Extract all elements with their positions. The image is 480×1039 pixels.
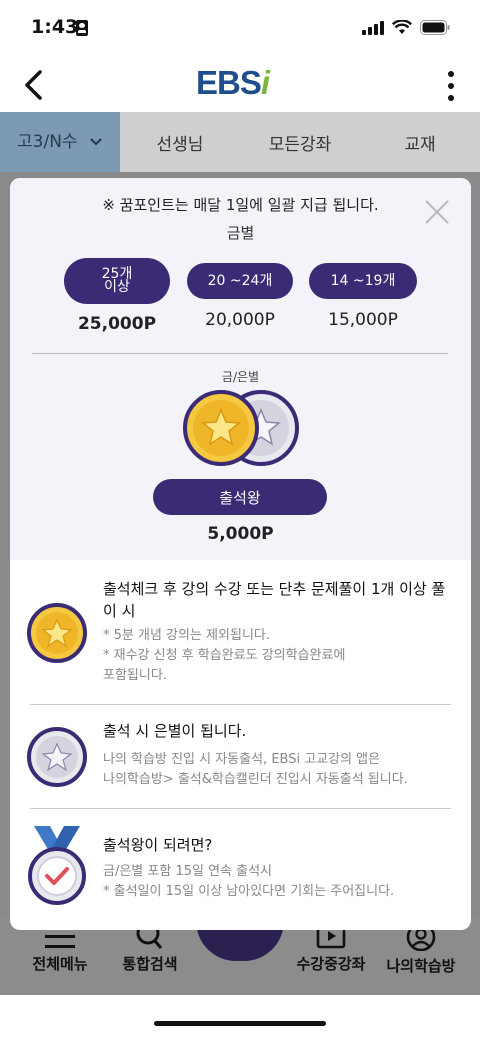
points-info-modal: ※ 꿈포인트는 매달 1일에 일괄 지급 됩니다. 금별 25개 이상 25,0…: [10, 178, 471, 930]
rule-desc-line: 포함됩니다.: [103, 668, 167, 683]
cellular-signal-icon: [362, 20, 384, 35]
bottom-nav-enrolled[interactable]: 수강중강좌: [288, 923, 374, 974]
home-indicator[interactable]: [154, 1021, 326, 1026]
gold-star-medal-icon: [27, 603, 87, 663]
section-divider: [32, 353, 448, 354]
tier-points-20-24: 20,000P: [205, 310, 275, 330]
ebsi-logo[interactable]: EBSi: [196, 64, 270, 102]
bottom-nav-label: 통합검색: [122, 955, 178, 973]
gold-silver-medals-icon: [183, 390, 299, 466]
rule-silver-star: 출석 시 은별이 됩니다. 나의 학습방 진입 시 자동출석, EBSi 고교강…: [10, 718, 471, 798]
tier-pill-20-24: 20 ~24개: [187, 263, 293, 299]
bottom-nav-label: 전체메뉴: [32, 955, 88, 973]
wifi-icon: [392, 20, 412, 34]
rule-title: 출석왕이 되려면?: [103, 836, 213, 854]
payment-notice: ※ 꿈포인트는 매달 1일에 일괄 지급 됩니다.: [102, 196, 379, 214]
bottom-nav-search[interactable]: 통합검색: [114, 923, 186, 974]
attendance-king-points: 5,000P: [207, 524, 274, 544]
back-button[interactable]: [20, 68, 50, 102]
more-options-button[interactable]: [446, 70, 456, 102]
rule-title: 출석체크 후 강의 수강 또는 단추 문제풀이 1개 이상 풀이 시: [103, 580, 446, 620]
rule-desc-line: * 5분 개념 강의는 제외됩니다.: [103, 628, 270, 643]
bottom-nav-my-study[interactable]: 나의학습방: [378, 923, 464, 976]
tier-label-line2: 이상: [104, 279, 130, 295]
rule-title: 출석 시 은별이 됩니다.: [103, 722, 247, 740]
status-time: 1:43: [31, 16, 79, 38]
rule-desc-line: 나의학습방> 출석&학습캘린더 진입시 자동출석 됩니다.: [103, 772, 408, 787]
attendance-king-badge: 출석왕: [153, 479, 327, 515]
tab-grade-select[interactable]: 고3/N수: [0, 112, 120, 172]
rule-divider: [30, 704, 451, 705]
bottom-nav-menu[interactable]: 전체메뉴: [24, 923, 96, 974]
contact-card-icon: [76, 20, 88, 36]
logo-accent: i: [260, 64, 270, 101]
rule-desc-line: 금/은별 포함 15일 연속 출석시: [103, 864, 273, 879]
tab-label: 고3/N수: [17, 132, 78, 152]
gold-star-title: 금별: [226, 224, 255, 242]
silver-star-medal-icon: [27, 727, 87, 787]
chevron-down-icon: [90, 138, 102, 146]
tier-pill-25-plus: 25개 이상: [64, 258, 170, 304]
app-header: EBSi: [0, 58, 480, 112]
rule-desc-line: * 재수강 신청 후 학습완료도 강의학습완료에: [103, 648, 346, 663]
battery-icon: [420, 20, 450, 35]
rule-attendance-king: 출석왕이 되려면? 금/은별 포함 15일 연속 출석시 * 출석일이 15일 …: [10, 826, 471, 920]
modal-points-section: ※ 꿈포인트는 매달 1일에 일괄 지급 됩니다. 금별 25개 이상 25,0…: [10, 178, 471, 560]
rule-desc-line: * 출석일이 15일 이상 남아있다면 기회는 주어집니다.: [103, 884, 395, 899]
rule-desc-line: 나의 학습방 진입 시 자동출석, EBSi 고교강의 앱은: [103, 752, 381, 767]
status-bar: 1:43: [0, 0, 480, 58]
gold-silver-label: 금/은별: [221, 370, 260, 384]
logo-text: EBS: [196, 64, 262, 101]
top-nav: 고3/N수 선생님 모든강좌 교재: [0, 112, 480, 172]
tier-points-25-plus: 25,000P: [77, 314, 157, 334]
bottom-nav-label: 수강중강좌: [296, 955, 366, 973]
tab-teachers[interactable]: 선생님: [120, 130, 240, 155]
ribbon-medal-check-icon: [28, 826, 86, 905]
status-icons: [362, 20, 450, 35]
tab-all-courses[interactable]: 모든강좌: [240, 130, 360, 155]
tier-points-14-19: 15,000P: [328, 310, 398, 330]
rule-gold-star: 출석체크 후 강의 수강 또는 단추 문제풀이 1개 이상 풀이 시 * 5분 …: [10, 578, 471, 698]
tier-pill-14-19: 14 ~19개: [309, 263, 417, 299]
tab-textbooks[interactable]: 교재: [360, 130, 480, 155]
rule-divider: [30, 808, 451, 809]
bottom-nav-label: 나의학습방: [386, 957, 456, 975]
